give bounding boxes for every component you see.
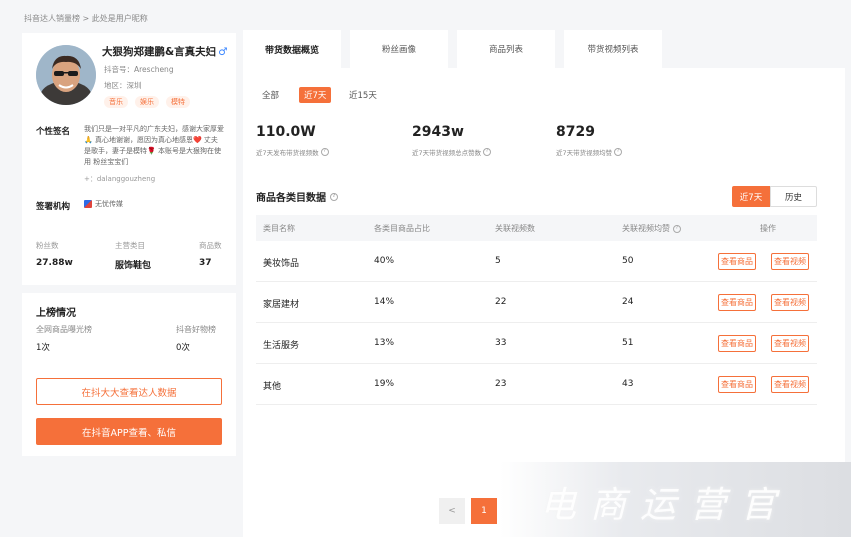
table-row: 美妆饰品 40% 5 50 查看商品 查看视频	[256, 241, 817, 282]
signature-text: 我们只是一对平凡的广东夫妇，感谢大家厚爱🙏 真心地谢谢，愿因为真心地感恩❤️ 丈…	[84, 125, 224, 166]
douyin-id: 抖音号：Arescheng	[104, 65, 174, 74]
rank-item-value: 0次	[176, 343, 190, 353]
org-logo-icon	[84, 200, 92, 208]
category-title-text: 商品各类目数据	[256, 193, 326, 204]
tab-videos[interactable]: 带货视频列表	[564, 30, 662, 68]
view-talent-data-button[interactable]: 在抖大大查看达人数据	[36, 378, 222, 405]
tab-overview[interactable]: 带货数据概览	[243, 30, 341, 68]
metric-video-count-label: 近7天发布带货视频数?	[256, 147, 329, 157]
view-products-button[interactable]: 查看商品	[718, 335, 756, 352]
tag-entertainment: 娱乐	[135, 96, 159, 108]
cell-category: 其他	[263, 382, 282, 392]
help-icon[interactable]: ?	[320, 148, 329, 156]
metric-total-likes: 2943w	[412, 124, 464, 140]
metric-label-text: 近7天带货视频总点赞数	[412, 149, 482, 157]
stat-category-label: 主营类目	[115, 241, 145, 250]
cell-share: 19%	[374, 379, 395, 389]
metric-avg-likes: 8729	[556, 124, 595, 140]
view-videos-button[interactable]: 查看视频	[771, 376, 809, 393]
table-header: 类目名称 各类目商品占比 关联视频数 关联视频均赞? 操作	[256, 215, 817, 241]
stat-fans-label: 粉丝数	[36, 241, 59, 250]
filter-all[interactable]: 全部	[262, 89, 279, 101]
cell-share: 40%	[374, 256, 395, 266]
view-products-button[interactable]: 查看商品	[718, 294, 756, 311]
cell-avg-likes: 50	[622, 256, 634, 266]
metric-label-text: 近7天带货视频均赞	[556, 149, 613, 157]
cell-share: 14%	[374, 297, 395, 307]
toggle-history[interactable]: 历史	[770, 186, 817, 207]
filter-7days[interactable]: 近7天	[299, 87, 332, 103]
th-videos: 关联视频数	[495, 224, 535, 233]
th-category: 类目名称	[263, 224, 295, 233]
view-videos-button[interactable]: 查看视频	[771, 335, 809, 352]
metric-label-text: 近7天发布带货视频数	[256, 149, 319, 157]
view-videos-button[interactable]: 查看视频	[771, 294, 809, 311]
tab-bar: 带货数据概览 粉丝画像 商品列表 带货视频列表	[243, 30, 845, 68]
cell-avg-likes: 43	[622, 379, 634, 389]
rank-item-value: 1次	[36, 343, 50, 353]
metric-avg-likes-label: 近7天带货视频均赞?	[556, 147, 623, 157]
filter-15days[interactable]: 近15天	[349, 89, 377, 101]
th-share: 各类目商品占比	[374, 224, 430, 233]
stat-category-value: 服饰鞋包	[115, 261, 152, 271]
tab-products[interactable]: 商品列表	[457, 30, 555, 68]
stat-products-value: 37	[199, 258, 212, 268]
help-icon[interactable]: ?	[483, 148, 492, 156]
cell-videos: 5	[495, 256, 501, 266]
stat-products-label: 商品数	[199, 241, 222, 250]
toggle-7days[interactable]: 近7天	[732, 186, 770, 207]
rank-title: 上榜情况	[36, 308, 76, 319]
cell-videos: 33	[495, 338, 507, 348]
th-avg-likes: 关联视频均赞?	[622, 223, 681, 234]
cell-category: 美妆饰品	[263, 259, 300, 269]
org-label: 签署机构	[36, 202, 71, 212]
th-actions: 操作	[760, 224, 776, 233]
help-icon[interactable]: ?	[330, 192, 338, 201]
profile-card: 大狠狗郑建鹏&言真夫妇 ♂ 抖音号：Arescheng 地区：深圳 音乐 娱乐 模…	[22, 33, 236, 285]
cell-share: 13%	[374, 338, 395, 348]
rank-item-label: 抖音好物榜	[176, 325, 216, 334]
cell-category: 家居建材	[263, 300, 300, 310]
rank-card: 上榜情况 全网商品曝光榜 抖音好物榜 1次 0次 在抖大大查看达人数据 在抖音A…	[22, 293, 236, 456]
cell-category: 生活服务	[263, 341, 300, 351]
cell-avg-likes: 51	[622, 338, 634, 348]
help-icon[interactable]: ?	[614, 148, 623, 156]
metric-video-count: 110.0W	[256, 124, 316, 140]
profile-name-text: 大狠狗郑建鹏&言真夫妇	[102, 46, 217, 58]
breadcrumb[interactable]: 抖音达人销量榜 > 此处是用户昵称	[24, 13, 148, 24]
table-row: 生活服务 13% 33 51 查看商品 查看视频	[256, 323, 817, 364]
category-section-title: 商品各类目数据?	[256, 189, 338, 204]
region: 地区：深圳	[104, 81, 142, 90]
gender-male-icon: ♂	[218, 46, 228, 58]
org-value: 无忧传媒	[84, 199, 123, 209]
view-products-button[interactable]: 查看商品	[718, 376, 756, 393]
tab-fans[interactable]: 粉丝画像	[350, 30, 448, 68]
cell-videos: 22	[495, 297, 507, 307]
tag-music: 音乐	[104, 96, 128, 108]
help-icon[interactable]: ?	[673, 224, 681, 233]
table-row: 家居建材 14% 22 24 查看商品 查看视频	[256, 282, 817, 323]
tag-model: 模特	[166, 96, 190, 108]
cell-avg-likes: 24	[622, 297, 634, 307]
org-value-text: 无忧传媒	[95, 200, 123, 208]
main-content: 带货数据概览 粉丝画像 商品列表 带货视频列表 全部 近7天 近15天 110.…	[243, 30, 845, 537]
view-products-button[interactable]: 查看商品	[718, 253, 756, 270]
watermark-logo: 电商运营官	[540, 485, 791, 526]
cell-videos: 23	[495, 379, 507, 389]
th-avg-likes-text: 关联视频均赞	[622, 224, 670, 233]
pager-prev-button[interactable]: <	[439, 498, 465, 524]
stat-fans-value: 27.88w	[36, 258, 73, 268]
metric-total-likes-label: 近7天带货视频总点赞数?	[412, 147, 492, 157]
open-douyin-app-button[interactable]: 在抖音APP查看、私信	[36, 418, 222, 445]
signature-contact: +：dalanggouzheng	[84, 175, 156, 183]
avatar	[36, 45, 96, 105]
category-table: 类目名称 各类目商品占比 关联视频数 关联视频均赞? 操作 美妆饰品 40% 5…	[256, 215, 817, 405]
signature-label: 个性签名	[36, 127, 71, 137]
view-videos-button[interactable]: 查看视频	[771, 253, 809, 270]
pager-page-1[interactable]: 1	[471, 498, 497, 524]
rank-item-label: 全网商品曝光榜	[36, 325, 92, 334]
profile-name: 大狠狗郑建鹏&言真夫妇 ♂	[102, 44, 228, 59]
table-row: 其他 19% 23 43 查看商品 查看视频	[256, 364, 817, 405]
